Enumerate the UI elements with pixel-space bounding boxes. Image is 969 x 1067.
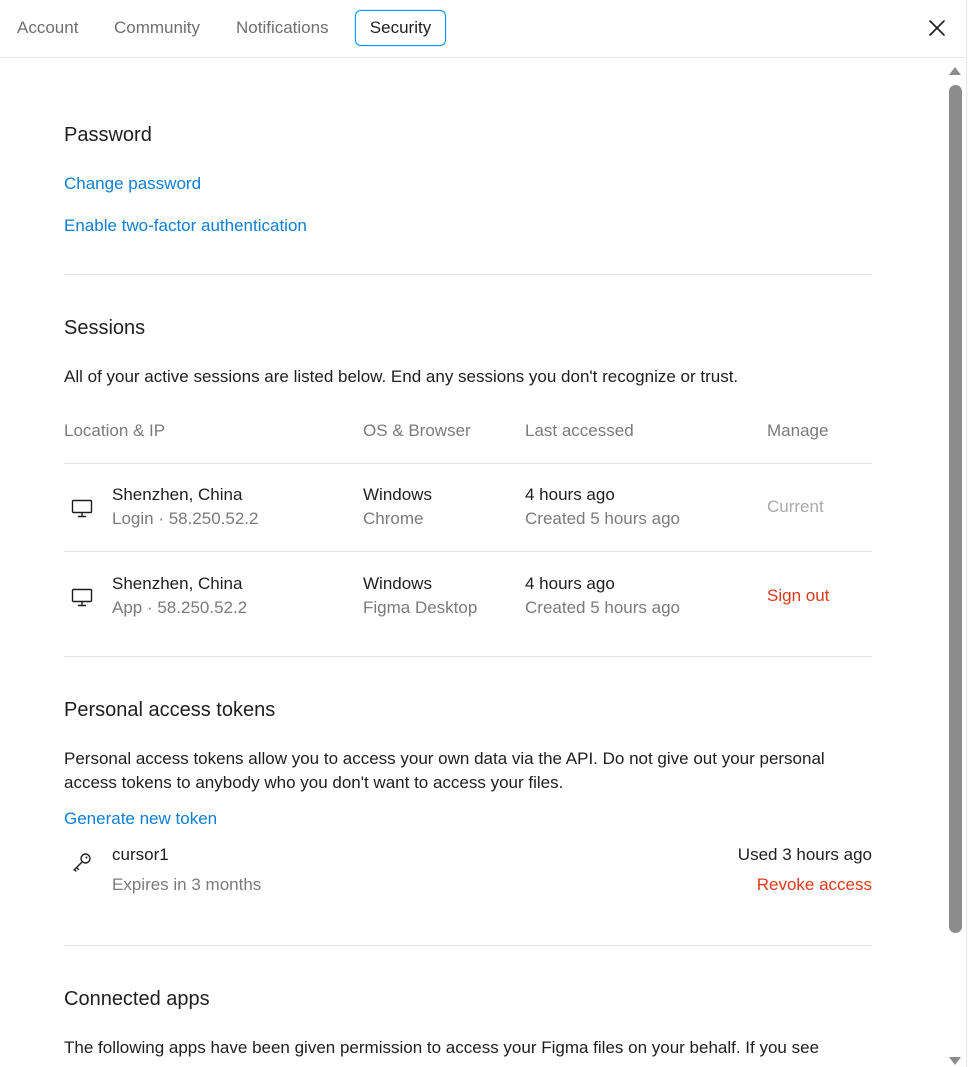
sign-out-button[interactable]: Sign out xyxy=(767,586,829,606)
enable-two-factor-link[interactable]: Enable two-factor authentication xyxy=(64,216,307,236)
column-header-location: Location & IP xyxy=(64,421,166,440)
column-header-last-accessed: Last accessed xyxy=(525,421,634,440)
session-ip: App · 58.250.52.2 xyxy=(112,598,248,617)
token-name: cursor1 xyxy=(112,845,169,864)
tokens-description: Personal access tokens allow you to acce… xyxy=(64,749,825,792)
token-last-used: Used 3 hours ago xyxy=(737,845,872,864)
revoke-access-button[interactable]: Revoke access xyxy=(757,875,872,895)
token-expiry: Expires in 3 months xyxy=(112,875,262,894)
tab-community[interactable]: Community xyxy=(114,10,200,46)
close-icon xyxy=(929,20,945,36)
monitor-icon xyxy=(70,585,94,609)
close-button[interactable] xyxy=(925,16,949,40)
password-heading: Password xyxy=(64,124,152,146)
divider xyxy=(64,551,872,552)
session-last-accessed: 4 hours ago xyxy=(525,485,615,504)
tab-bar: Account Community Notifications Security xyxy=(0,0,967,58)
connected-apps-description: The following apps have been given permi… xyxy=(64,1038,820,1057)
session-os: Windows xyxy=(363,485,432,504)
current-session-label: Current xyxy=(767,497,824,516)
key-icon xyxy=(70,850,94,874)
monitor-icon xyxy=(70,496,94,520)
change-password-link[interactable]: Change password xyxy=(64,174,201,194)
settings-modal: Account Community Notifications Security… xyxy=(0,0,967,1067)
column-header-manage: Manage xyxy=(767,421,829,440)
session-os: Windows xyxy=(363,574,432,593)
connected-apps-heading: Connected apps xyxy=(64,988,210,1010)
tokens-heading: Personal access tokens xyxy=(64,699,276,721)
sessions-heading: Sessions xyxy=(64,317,146,339)
session-location: Shenzhen, China xyxy=(112,485,243,504)
generate-token-link[interactable]: Generate new token xyxy=(64,809,217,829)
session-created: Created 5 hours ago xyxy=(525,598,680,617)
tab-notifications[interactable]: Notifications xyxy=(236,10,329,46)
tab-account[interactable]: Account xyxy=(17,10,78,46)
scroll-down-arrow[interactable] xyxy=(948,1054,962,1066)
session-created: Created 5 hours ago xyxy=(525,509,680,528)
scrollbar-thumb[interactable] xyxy=(949,85,962,933)
column-header-os: OS & Browser xyxy=(363,421,471,440)
sessions-description: All of your active sessions are listed b… xyxy=(64,367,739,386)
divider xyxy=(64,463,872,464)
session-browser: Figma Desktop xyxy=(363,598,478,617)
divider xyxy=(64,274,872,275)
divider xyxy=(64,945,872,946)
session-ip: Login · 58.250.52.2 xyxy=(112,509,259,528)
session-browser: Chrome xyxy=(363,509,424,528)
session-location: Shenzhen, China xyxy=(112,574,243,593)
tab-security[interactable]: Security xyxy=(355,10,446,46)
scroll-up-arrow[interactable] xyxy=(948,64,962,76)
divider xyxy=(64,656,872,657)
security-content: Password Change password Enable two-fact… xyxy=(64,58,872,1067)
session-last-accessed: 4 hours ago xyxy=(525,574,615,593)
